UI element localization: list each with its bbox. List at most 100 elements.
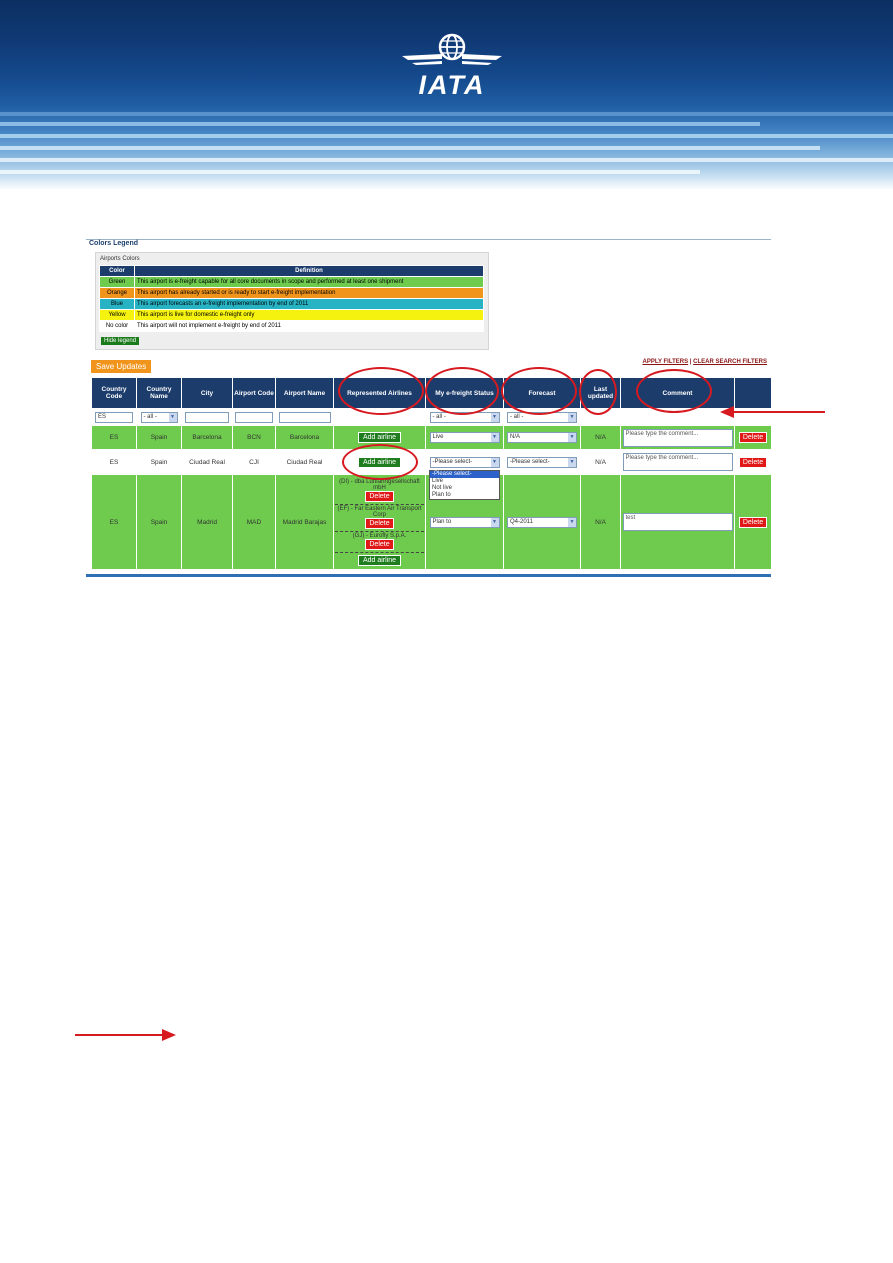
clear-search-filters-link[interactable]: CLEAR SEARCH FILTERS — [693, 359, 767, 365]
chevron-down-icon: ▼ — [168, 412, 177, 422]
legend-row: Blue This airport forecasts an e-freight… — [99, 298, 484, 310]
col-airport-name: Airport Name — [275, 377, 334, 409]
airport-code-filter-input[interactable] — [235, 411, 273, 423]
add-airline-button[interactable]: Add airline — [357, 555, 402, 566]
delete-button[interactable]: Delete — [738, 516, 768, 528]
legend-row: Orange This airport has already started … — [99, 287, 484, 299]
status-select[interactable]: Plan to ▼ — [429, 516, 500, 528]
dropdown-option[interactable]: Live — [430, 478, 499, 485]
country-name-filter-select[interactable]: - all - ▼ — [140, 411, 178, 423]
delete-airline-button[interactable]: Delete — [365, 518, 394, 529]
banner-stripe — [0, 158, 893, 162]
city-filter-input[interactable] — [185, 411, 229, 423]
dropdown-option[interactable]: -Please select- — [430, 471, 499, 478]
header-banner: IATA — [0, 0, 893, 190]
arrow-left-icon — [720, 406, 734, 418]
status-value: Live — [432, 434, 444, 440]
annotation-arrow — [75, 1034, 165, 1036]
airport-name-cell: Madrid Barajas — [275, 474, 334, 570]
save-updates-button[interactable]: Save Updates — [91, 360, 152, 373]
highlight-ellipse — [579, 369, 617, 415]
delete-button[interactable]: Delete — [738, 456, 768, 468]
hide-legend-button[interactable]: Hide legend — [101, 337, 140, 345]
comment-textarea[interactable]: Please type the comment... — [622, 453, 733, 471]
highlight-ellipse — [342, 444, 418, 480]
last-updated-cell: N/A — [580, 449, 621, 475]
airline-entry: (EF) - Far Eastern Air Transport Corp De… — [335, 505, 424, 532]
airline-entry: (GJ) - Eurofly S.p.A. Delete — [335, 532, 424, 553]
comment-textarea[interactable]: Please type the comment... — [622, 428, 733, 447]
actions-cell: Delete — [734, 449, 772, 475]
delete-button[interactable]: Delete — [738, 432, 768, 443]
banner-stripe — [0, 134, 893, 138]
filter-links: APPLY FILTERS | CLEAR SEARCH FILTERS — [643, 359, 768, 365]
forecast-select[interactable]: Q4-2011 ▼ — [507, 516, 577, 528]
actions-cell: Delete — [734, 425, 772, 450]
last-updated-cell: N/A — [580, 474, 621, 570]
comment-cell: Please type the comment... — [620, 425, 735, 450]
forecast-cell: Q4-2011 ▼ — [503, 474, 581, 570]
delete-airline-button[interactable]: Delete — [365, 491, 394, 502]
legend-color: Yellow — [99, 309, 135, 321]
status-value: Plan to — [432, 518, 452, 525]
status-dropdown-list: -Please select- Live Not live Plan to — [429, 470, 500, 500]
country-name-cell: Spain — [136, 449, 182, 475]
airline-name: (DI) - dba Luftfahrtgesellschaft mbH — [339, 479, 420, 491]
comment-cell: test — [620, 474, 735, 570]
dropdown-option[interactable]: Not live — [430, 485, 499, 492]
airport-code-cell: BCN — [232, 425, 276, 450]
delete-airline-button[interactable]: Delete — [365, 539, 394, 550]
iata-wordmark: IATA — [418, 70, 486, 100]
banner-stripe — [0, 170, 700, 174]
legend-row: Yellow This airport is live for domestic… — [99, 309, 484, 321]
bottom-strip — [86, 574, 771, 577]
status-select[interactable]: -Please select- ▼ — [429, 456, 500, 468]
legend-definition: This airport will not implement e-freigh… — [134, 320, 484, 332]
dropdown-option[interactable]: Plan to — [430, 492, 499, 499]
status-select[interactable]: Live ▼ — [429, 432, 500, 443]
forecast-select[interactable]: -Please select- ▼ — [507, 456, 577, 468]
country-name-filter-value: - all - — [143, 413, 157, 420]
chevron-down-icon: ▼ — [568, 412, 576, 422]
airline-entry: (DI) - dba Luftfahrtgesellschaft mbH Del… — [335, 478, 424, 505]
banner-stripe — [0, 146, 820, 150]
airport-code-cell: CJI — [232, 449, 276, 475]
legend-col-definition: Definition — [134, 265, 484, 277]
highlight-ellipse — [425, 367, 499, 415]
legend-col-color: Color — [99, 265, 135, 277]
filter-cell — [232, 408, 276, 426]
arrow-right-icon — [162, 1029, 176, 1041]
filter-cell: - all - ▼ — [136, 408, 182, 426]
add-airline-wrap: Add airline — [335, 553, 424, 566]
country-code-cell: ES — [91, 425, 137, 450]
airport-name-filter-input[interactable] — [278, 411, 331, 423]
forecast-cell: N/A ▼ — [503, 425, 581, 450]
filter-cell: ES — [91, 408, 137, 426]
airline-name: (EF) - Far Eastern Air Transport Corp — [337, 506, 422, 518]
chevron-down-icon: ▼ — [568, 457, 576, 467]
airport-code-cell: MAD — [232, 474, 276, 570]
add-airline-button[interactable]: Add airline — [357, 432, 402, 443]
legend-subtitle: Airports Colors — [100, 256, 140, 262]
apply-filters-link[interactable]: APPLY FILTERS — [643, 359, 689, 365]
filter-cell — [181, 408, 233, 426]
legend-definition: This airport is live for domestic e-frei… — [134, 309, 484, 321]
airlines-cell: (DI) - dba Luftfahrtgesellschaft mbH Del… — [333, 474, 426, 570]
highlight-ellipse — [636, 369, 712, 413]
forecast-cell: -Please select- ▼ — [503, 449, 581, 475]
legend-title: Colors Legend — [89, 240, 139, 247]
country-name-cell: Spain — [136, 474, 182, 570]
country-name-cell: Spain — [136, 425, 182, 450]
legend-color: Green — [99, 276, 135, 288]
col-country-code: Country Code — [91, 377, 137, 409]
forecast-select[interactable]: N/A ▼ — [507, 432, 577, 443]
legend-color: No color — [99, 320, 135, 332]
actions-cell: Delete — [734, 474, 772, 570]
country-code-filter-input[interactable]: ES — [95, 411, 133, 423]
chevron-down-icon: ▼ — [490, 433, 499, 442]
chevron-down-icon: ▼ — [490, 517, 499, 527]
divider — [86, 239, 771, 240]
filter-separator: | — [689, 359, 692, 365]
legend-table: Color Definition Green This airport is e… — [99, 265, 484, 332]
comment-textarea[interactable]: test — [622, 513, 733, 531]
